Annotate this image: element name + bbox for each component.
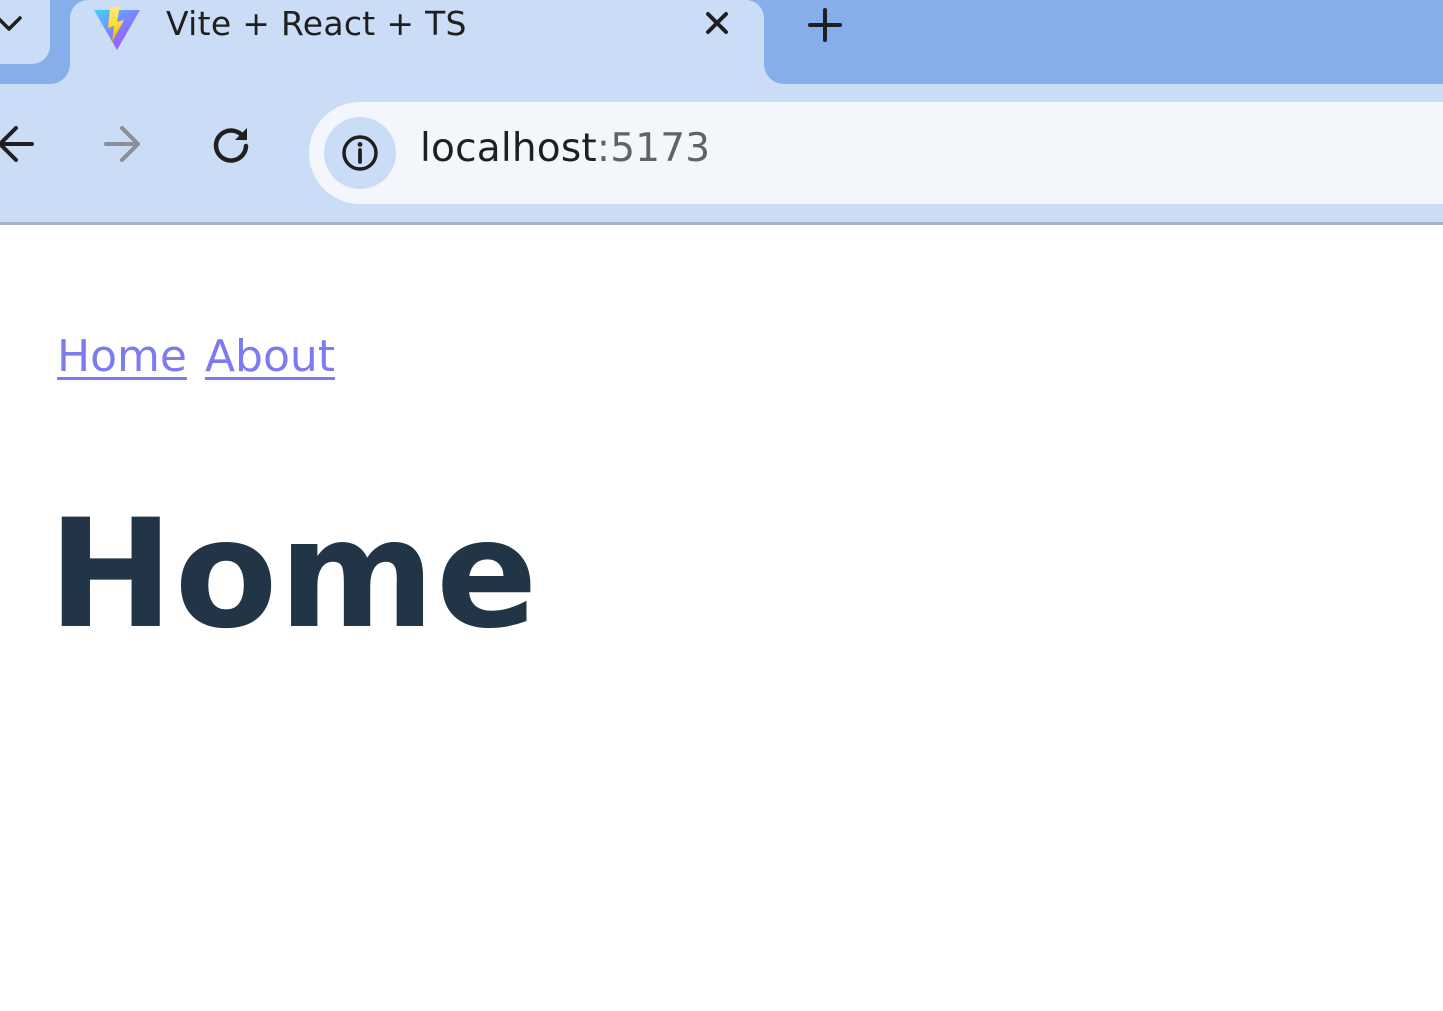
arrow-right-icon[interactable] [94, 116, 150, 172]
nav-link-home[interactable]: Home [57, 331, 187, 382]
url-text[interactable]: localhost:5173 [420, 126, 710, 171]
vite-logo-icon [94, 6, 140, 50]
url-host: localhost [420, 126, 597, 171]
browser-toolbar: localhost:5173 [0, 84, 1443, 225]
active-tab[interactable]: Vite + React + TS [70, 0, 764, 84]
address-bar[interactable]: localhost:5173 [309, 102, 1443, 204]
main-nav: Home About [57, 331, 353, 382]
browser-window: Vite + React + TS localhost:5173 Home Ab… [0, 0, 1443, 1011]
page-content: Home About Home [0, 225, 1443, 1011]
close-icon[interactable] [700, 6, 734, 40]
site-info-button[interactable] [324, 117, 396, 189]
info-icon [342, 135, 378, 171]
nav-link-about[interactable]: About [205, 331, 335, 382]
tab-strip: Vite + React + TS [0, 0, 1443, 84]
tab-title: Vite + React + TS [166, 4, 467, 43]
plus-icon[interactable] [800, 2, 850, 48]
url-port: :5173 [596, 126, 711, 171]
chevron-down-icon [0, 16, 22, 31]
page-title: Home [48, 488, 539, 662]
tab-search-button[interactable] [0, 0, 50, 64]
reload-icon[interactable] [203, 116, 259, 172]
arrow-left-icon[interactable] [0, 116, 44, 172]
